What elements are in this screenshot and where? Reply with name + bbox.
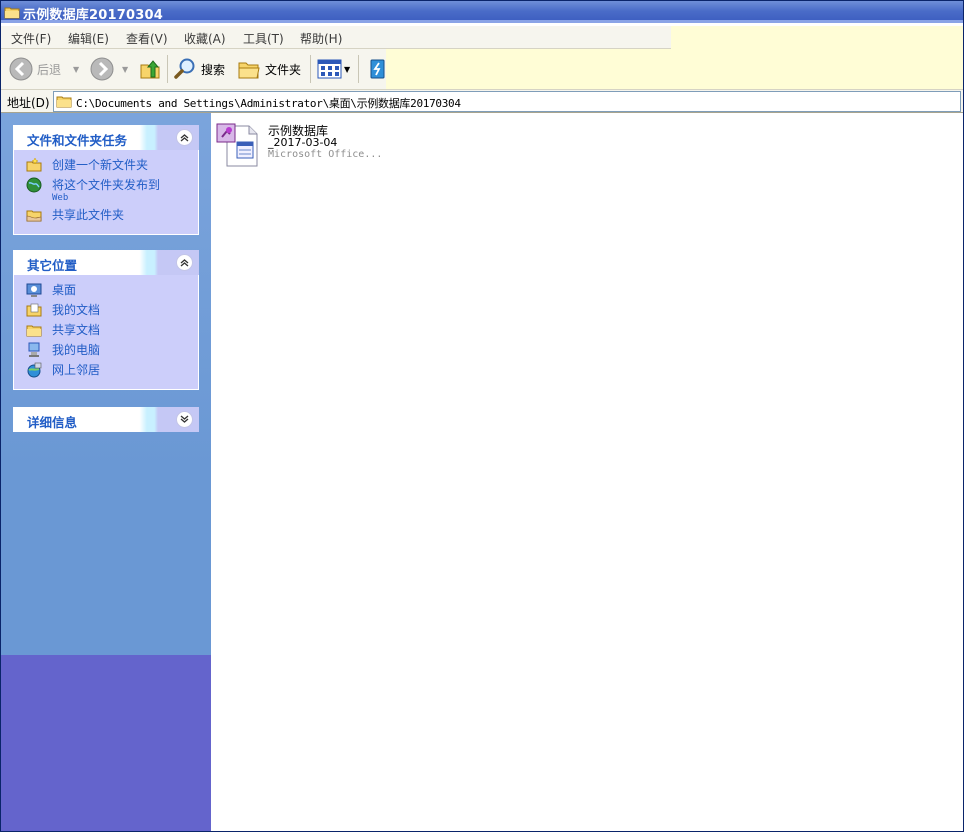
back-dropdown-icon[interactable]: ▼ bbox=[73, 65, 79, 74]
toolbar-separator bbox=[167, 55, 168, 83]
task-label: 创建一个新文件夹 bbox=[52, 158, 149, 172]
toolbar-separator bbox=[310, 55, 311, 83]
back-arrow-icon bbox=[9, 57, 33, 81]
sync-icon bbox=[370, 59, 385, 79]
task-pane-bottom bbox=[1, 655, 211, 831]
place-label: 网上邻居 bbox=[52, 363, 101, 377]
shared-documents-icon bbox=[26, 322, 42, 338]
place-shared-documents[interactable]: 共享文档 bbox=[14, 321, 198, 341]
menu-bar-highlight bbox=[671, 26, 963, 49]
menu-file[interactable]: 文件(F) bbox=[11, 30, 51, 47]
publish-web-icon bbox=[26, 177, 42, 193]
panel-header[interactable]: 其它位置 bbox=[13, 250, 199, 275]
sync-button[interactable] bbox=[368, 55, 388, 83]
collapse-chevron-icon[interactable] bbox=[176, 129, 193, 146]
folders-icon bbox=[238, 62, 260, 79]
title-bar[interactable]: 示例数据库20170304 bbox=[1, 1, 963, 23]
standard-toolbar: 后退 ▼ ▼ 搜索 文件夹 ▼ bbox=[1, 49, 963, 90]
menu-favorites[interactable]: 收藏(A) bbox=[184, 30, 226, 47]
toolbar-separator bbox=[358, 55, 359, 83]
address-label: 地址(D) bbox=[7, 96, 50, 110]
menu-bar: 文件(F) 编辑(E) 查看(V) 收藏(A) 工具(T) 帮助(H) bbox=[1, 26, 963, 49]
file-type: Microsoft Office... bbox=[268, 149, 383, 160]
folder-icon bbox=[56, 94, 72, 111]
my-computer-icon bbox=[26, 342, 42, 358]
menu-tools[interactable]: 工具(T) bbox=[243, 30, 284, 47]
address-path: C:\Documents and Settings\Administrator\… bbox=[76, 97, 461, 110]
task-label: 将这个文件夹发布到 bbox=[52, 178, 161, 192]
place-label: 桌面 bbox=[52, 283, 77, 297]
place-my-computer[interactable]: 我的电脑 bbox=[14, 341, 198, 361]
task-label: 共享此文件夹 bbox=[52, 208, 125, 222]
new-folder-icon bbox=[26, 157, 42, 173]
task-publish-web[interactable]: 将这个文件夹发布到 Web bbox=[14, 176, 198, 206]
search-label: 搜索 bbox=[201, 62, 226, 77]
views-dropdown-icon[interactable]: ▼ bbox=[344, 65, 350, 74]
views-button[interactable]: ▼ bbox=[317, 55, 350, 83]
share-folder-icon bbox=[26, 207, 42, 223]
expand-chevron-icon[interactable] bbox=[176, 411, 193, 428]
place-network[interactable]: 网上邻居 bbox=[14, 361, 198, 381]
place-label: 我的电脑 bbox=[52, 343, 101, 357]
panel-body: 创建一个新文件夹 将这个文件夹发布到 Web 共享此文件夹 bbox=[13, 150, 199, 235]
details-panel: 详细信息 bbox=[13, 407, 199, 432]
forward-button[interactable]: ▼ bbox=[90, 55, 128, 83]
panel-header[interactable]: 详细信息 bbox=[13, 407, 199, 432]
menu-help[interactable]: 帮助(H) bbox=[300, 30, 342, 47]
address-input[interactable]: C:\Documents and Settings\Administrator\… bbox=[53, 91, 961, 112]
toolbar-highlight bbox=[386, 49, 963, 89]
file-date: _2017-03-04 bbox=[268, 136, 338, 149]
panel-header[interactable]: 文件和文件夹任务 bbox=[13, 125, 199, 150]
back-button[interactable]: 后退 ▼ bbox=[9, 55, 79, 83]
back-label: 后退 bbox=[37, 62, 62, 77]
my-documents-icon bbox=[26, 302, 42, 318]
title-bar-stripe bbox=[1, 20, 963, 23]
file-folder-tasks-panel: 文件和文件夹任务 创建一个新文件夹 将这个文件夹发布到 Web 共享此文件夹 bbox=[13, 125, 199, 235]
network-icon bbox=[26, 362, 42, 378]
task-share-folder[interactable]: 共享此文件夹 bbox=[14, 206, 198, 226]
place-my-documents[interactable]: 我的文档 bbox=[14, 301, 198, 321]
desktop-icon bbox=[26, 282, 42, 298]
panel-body: 桌面 我的文档 共享文档 我的电脑 网上邻居 bbox=[13, 275, 199, 390]
up-folder-button[interactable] bbox=[138, 55, 162, 83]
other-places-panel: 其它位置 桌面 我的文档 共享文档 我的电脑 网上邻居 bbox=[13, 250, 199, 390]
search-icon bbox=[174, 58, 195, 79]
search-button[interactable]: 搜索 bbox=[173, 55, 225, 83]
menu-view[interactable]: 查看(V) bbox=[126, 30, 168, 47]
panel-title: 其它位置 bbox=[27, 258, 78, 273]
forward-dropdown-icon[interactable]: ▼ bbox=[122, 65, 128, 74]
menu-edit[interactable]: 编辑(E) bbox=[68, 30, 109, 47]
task-sublabel: Web bbox=[52, 193, 69, 203]
explorer-window: 示例数据库20170304 文件(F) 编辑(E) 查看(V) 收藏(A) 工具… bbox=[0, 0, 964, 832]
folders-button[interactable]: 文件夹 bbox=[237, 55, 301, 83]
panel-title: 文件和文件夹任务 bbox=[27, 133, 128, 148]
access-database-icon bbox=[215, 122, 265, 171]
task-pane: 文件和文件夹任务 创建一个新文件夹 将这个文件夹发布到 Web 共享此文件夹 其… bbox=[1, 113, 211, 831]
panel-title: 详细信息 bbox=[27, 415, 78, 430]
place-label: 我的文档 bbox=[52, 303, 101, 317]
task-new-folder[interactable]: 创建一个新文件夹 bbox=[14, 156, 198, 176]
place-label: 共享文档 bbox=[52, 323, 101, 337]
place-desktop[interactable]: 桌面 bbox=[14, 281, 198, 301]
folders-label: 文件夹 bbox=[265, 62, 302, 77]
address-bar: 地址(D) C:\Documents and Settings\Administ… bbox=[1, 90, 963, 113]
forward-arrow-icon bbox=[90, 57, 114, 81]
collapse-chevron-icon[interactable] bbox=[176, 254, 193, 271]
file-item[interactable]: 示例数据库 _2017-03-04 Microsoft Office... bbox=[215, 122, 415, 170]
views-icon bbox=[317, 59, 342, 79]
up-folder-icon bbox=[140, 60, 160, 79]
